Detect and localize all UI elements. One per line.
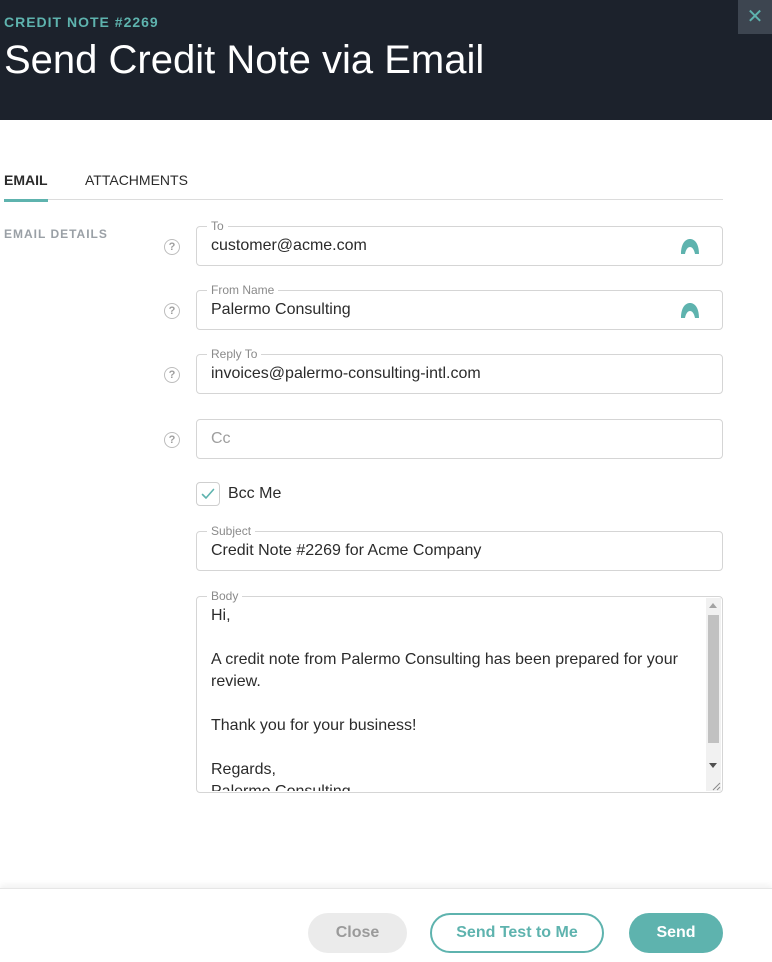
contact-picker-icon[interactable] — [680, 237, 700, 255]
bcc-me-label: Bcc Me — [228, 485, 282, 502]
credit-note-number: CREDIT NOTE #2269 — [4, 14, 159, 30]
scroll-up-arrow-icon[interactable] — [709, 603, 717, 608]
scroll-down-arrow-icon[interactable] — [709, 763, 717, 768]
tab-email[interactable]: EMAIL — [4, 172, 48, 202]
close-button[interactable]: Close — [308, 913, 407, 953]
to-field: To — [196, 219, 723, 266]
body-textarea[interactable]: Hi, A credit note from Palermo Consultin… — [211, 605, 691, 791]
contact-picker-icon[interactable] — [680, 301, 700, 319]
section-label-email-details: EMAIL DETAILS — [4, 227, 108, 241]
reply-to-field: Reply To — [196, 347, 723, 394]
checkmark-icon — [201, 488, 215, 499]
to-input[interactable] — [211, 227, 671, 265]
help-icon-reply-to[interactable]: ? — [164, 367, 180, 383]
subject-input[interactable] — [211, 532, 671, 570]
help-icon-from-name[interactable]: ? — [164, 303, 180, 319]
reply-to-input[interactable] — [211, 355, 671, 393]
from-name-field: From Name — [196, 283, 723, 330]
tab-attachments[interactable]: ATTACHMENTS — [85, 172, 188, 199]
modal-title: Send Credit Note via Email — [4, 38, 485, 82]
tab-bar: EMAIL ATTACHMENTS — [4, 160, 723, 202]
body-field: Body Hi, A credit note from Palermo Cons… — [196, 589, 723, 793]
modal-header: CREDIT NOTE #2269 Send Credit Note via E… — [0, 0, 772, 120]
send-button[interactable]: Send — [629, 913, 723, 953]
send-test-button[interactable]: Send Test to Me — [430, 913, 604, 953]
help-icon-to[interactable]: ? — [164, 239, 180, 255]
checkbox-box[interactable] — [196, 482, 220, 506]
resize-grip-icon[interactable] — [709, 779, 721, 791]
close-icon[interactable]: ✕ — [738, 0, 772, 34]
from-name-input[interactable] — [211, 291, 671, 329]
scroll-thumb[interactable] — [708, 615, 719, 743]
help-icon-cc[interactable]: ? — [164, 432, 180, 448]
subject-field: Subject — [196, 524, 723, 571]
body-label: Body — [207, 589, 243, 603]
bcc-me-checkbox[interactable]: Bcc Me — [196, 482, 281, 506]
cc-input[interactable] — [211, 420, 671, 458]
cc-field — [196, 419, 723, 459]
body-scrollbar[interactable] — [706, 598, 721, 791]
